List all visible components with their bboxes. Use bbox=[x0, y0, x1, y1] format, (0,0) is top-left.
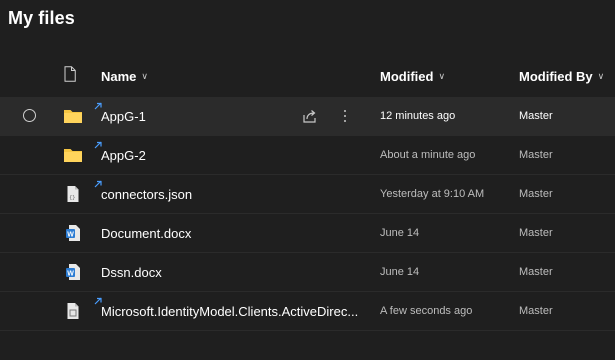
file-type-icon[interactable] bbox=[64, 66, 76, 82]
column-header-modified[interactable]: Modified ∨ bbox=[380, 58, 445, 94]
table-row[interactable]: W Document.docx June 14 Master bbox=[0, 214, 615, 253]
table-row[interactable]: W Dssn.docx June 14 Master bbox=[0, 253, 615, 292]
row-select-radio[interactable] bbox=[23, 109, 36, 122]
file-name[interactable]: AppG-2 bbox=[101, 136, 146, 175]
generic-file-icon bbox=[67, 303, 79, 319]
modified-date: June 14 bbox=[380, 266, 420, 278]
table-row[interactable]: AppG-1 12 minutes ago Master bbox=[0, 97, 615, 136]
chevron-down-icon: ∨ bbox=[597, 70, 605, 81]
column-header-name[interactable]: Name ∨ bbox=[101, 58, 148, 94]
file-name[interactable]: AppG-1 bbox=[101, 97, 146, 136]
modified-by: Master bbox=[519, 266, 553, 278]
folder-icon bbox=[64, 110, 82, 123]
page-title: My files bbox=[8, 8, 75, 28]
column-header-name-label: Name bbox=[101, 68, 137, 84]
word-document-icon: W bbox=[66, 225, 80, 241]
modified-date: About a minute ago bbox=[380, 149, 476, 161]
chevron-down-icon: ∨ bbox=[438, 70, 446, 81]
modified-by: Master bbox=[519, 305, 553, 317]
svg-text:W: W bbox=[67, 271, 74, 278]
modified-by: Master bbox=[519, 227, 553, 239]
file-list-header: Name ∨ Modified ∨ Modified By ∨ bbox=[0, 58, 615, 94]
modified-by: Master bbox=[519, 110, 553, 122]
file-name[interactable]: Dssn.docx bbox=[101, 253, 162, 292]
word-document-icon: W bbox=[66, 264, 80, 280]
modified-date: 12 minutes ago bbox=[380, 110, 456, 122]
svg-text:{}: {} bbox=[69, 195, 75, 201]
json-file-icon: {} bbox=[67, 186, 79, 202]
modified-date: Yesterday at 9:10 AM bbox=[380, 188, 485, 200]
table-row[interactable]: AppG-2 About a minute ago Master bbox=[0, 136, 615, 175]
modified-date: A few seconds ago bbox=[380, 305, 473, 317]
column-header-modified-label: Modified bbox=[380, 68, 434, 84]
table-row[interactable]: {} connectors.json Yesterday at 9:10 AM … bbox=[0, 175, 615, 214]
share-icon[interactable] bbox=[302, 108, 318, 124]
more-options-icon[interactable] bbox=[340, 105, 350, 127]
file-list: AppG-1 12 minutes ago Master AppG-2 Abou… bbox=[0, 97, 615, 331]
table-row[interactable]: Microsoft.IdentityModel.Clients.ActiveDi… bbox=[0, 292, 615, 331]
modified-by: Master bbox=[519, 149, 553, 161]
file-name[interactable]: Microsoft.IdentityModel.Clients.ActiveDi… bbox=[101, 292, 358, 331]
modified-by: Master bbox=[519, 188, 553, 200]
my-files-page: My files Name ∨ Modified ∨ Modified By ∨ bbox=[0, 0, 615, 360]
column-header-modified-by[interactable]: Modified By ∨ bbox=[519, 58, 604, 94]
folder-icon bbox=[64, 149, 82, 162]
modified-date: June 14 bbox=[380, 227, 420, 239]
svg-text:W: W bbox=[67, 232, 74, 239]
chevron-down-icon: ∨ bbox=[141, 70, 149, 81]
file-name[interactable]: connectors.json bbox=[101, 175, 192, 214]
file-name[interactable]: Document.docx bbox=[101, 214, 191, 253]
column-header-modified-by-label: Modified By bbox=[519, 68, 593, 84]
